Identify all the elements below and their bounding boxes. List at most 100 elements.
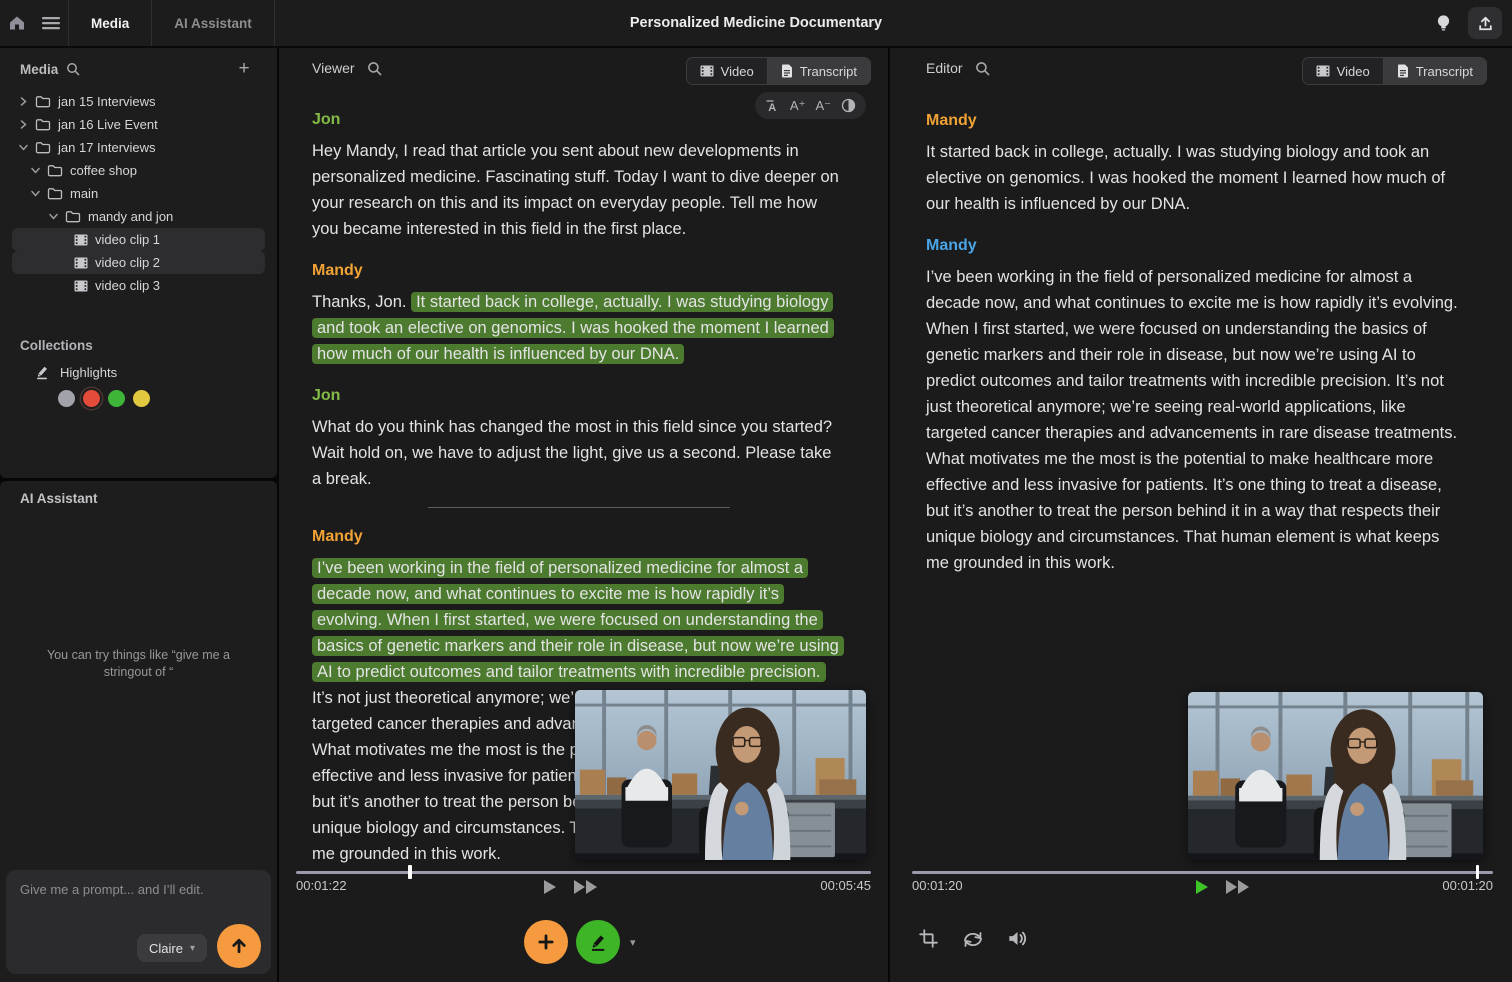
speaker-label-jon[interactable]: Jon — [312, 383, 845, 409]
collection-label: Highlights — [60, 365, 117, 380]
editor-transcript: Mandy It started back in college, actual… — [926, 108, 1461, 576]
viewer-transcript-tab[interactable]: Transcript — [768, 58, 870, 84]
chevron-down-icon — [31, 167, 40, 174]
video-frame — [575, 690, 866, 860]
video-frame — [1188, 692, 1483, 860]
transcript-segment: Thanks, Jon. — [312, 293, 411, 311]
voice-name: Claire — [149, 941, 183, 956]
send-prompt-button[interactable] — [217, 924, 261, 968]
tree-item-label: video clip 1 — [95, 232, 160, 247]
editor-video-tab[interactable]: Video — [1303, 58, 1383, 84]
viewer-transcript-tab-label: Transcript — [800, 64, 857, 79]
tab-media[interactable]: Media — [69, 0, 151, 46]
plus-icon — [536, 932, 556, 952]
editor-transcript-tab[interactable]: Transcript — [1384, 58, 1486, 84]
play-button[interactable] — [544, 880, 556, 894]
speaker-label-jon[interactable]: Jon — [312, 107, 845, 133]
divider — [274, 0, 275, 46]
viewer-video-preview[interactable] — [575, 690, 866, 860]
add-clip-button[interactable] — [524, 920, 568, 964]
search-icon[interactable] — [975, 61, 990, 76]
folder-icon — [47, 164, 63, 177]
timeline-track[interactable] — [296, 871, 871, 874]
add-media-button[interactable]: + — [231, 56, 257, 82]
highlighter-icon — [34, 364, 50, 380]
viewer-timeline[interactable] — [296, 865, 871, 879]
transcript-paragraph[interactable]: It started back in college, actually. I … — [926, 139, 1461, 217]
highlight-button[interactable] — [576, 920, 620, 964]
tree-item-jan-16-live-event[interactable]: jan 16 Live Event — [12, 113, 265, 136]
tree-item-video-clip-3[interactable]: video clip 3 — [12, 274, 265, 297]
loop-button[interactable] — [961, 928, 985, 949]
editor-video-tab-label: Video — [1337, 64, 1370, 79]
highlight-dot-gray[interactable] — [58, 390, 75, 407]
transcript-paragraph[interactable]: What do you think has changed the most i… — [312, 414, 845, 492]
chevron-down-icon: ▾ — [190, 943, 195, 954]
transcript-paragraph[interactable]: I’ve been working in the field of person… — [926, 264, 1461, 576]
prompt-input[interactable]: Give me a prompt... and I’ll edit. Clair… — [6, 870, 271, 974]
collection-highlights[interactable]: Highlights — [34, 364, 117, 380]
crop-button[interactable] — [918, 928, 939, 949]
tree-item-jan-17-interviews[interactable]: jan 17 Interviews — [12, 136, 265, 159]
highlight-dot-red[interactable] — [83, 390, 100, 407]
document-icon — [1397, 64, 1409, 78]
menu-button[interactable] — [34, 6, 68, 40]
tree-item-video-clip-1[interactable]: video clip 1 — [12, 228, 265, 251]
play-button[interactable] — [1196, 880, 1208, 894]
viewer-title: Viewer — [312, 60, 355, 76]
top-bar: Media AI Assistant Personalized Medicine… — [0, 0, 1512, 48]
transcript-paragraph[interactable]: Thanks, Jon. It started back in college,… — [312, 289, 845, 367]
search-icon[interactable] — [367, 61, 382, 76]
tree-item-label: jan 15 Interviews — [58, 94, 156, 109]
timeline-track[interactable] — [912, 871, 1493, 874]
viewer-transport — [544, 880, 597, 894]
tree-item-jan-15-interviews[interactable]: jan 15 Interviews — [12, 90, 265, 113]
speaker-label-mandy[interactable]: Mandy — [312, 258, 845, 284]
search-icon[interactable] — [66, 62, 80, 76]
highlight-dot-yellow[interactable] — [133, 390, 150, 407]
app-window: Media AI Assistant Personalized Medicine… — [0, 0, 1512, 982]
prompt-placeholder: Give me a prompt... and I’ll edit. — [20, 882, 204, 897]
tree-item-main[interactable]: main — [12, 182, 265, 205]
speaker-label-mandy[interactable]: Mandy — [312, 524, 845, 550]
editor-transport — [1196, 880, 1249, 894]
highlighted-segment: I’ve been working in the field of person… — [312, 558, 844, 682]
transcript-paragraph[interactable]: Hey Mandy, I read that article you sent … — [312, 138, 845, 242]
editor-timeline[interactable] — [912, 865, 1493, 879]
highlight-dot-green[interactable] — [108, 390, 125, 407]
folder-icon — [35, 141, 51, 154]
tree-item-video-clip-2[interactable]: video clip 2 — [12, 251, 265, 274]
current-time: 00:01:22 — [296, 878, 347, 893]
voice-selector[interactable]: Claire ▾ — [137, 934, 207, 962]
tree-item-label: coffee shop — [70, 163, 137, 178]
chevron-right-icon — [20, 120, 27, 129]
tree-item-mandy-and-jon[interactable]: mandy and jon — [12, 205, 265, 228]
filmstrip-icon — [74, 280, 88, 292]
viewer-video-tab-label: Video — [721, 64, 754, 79]
document-icon — [781, 64, 793, 78]
playhead[interactable] — [408, 865, 412, 879]
home-button[interactable] — [0, 6, 34, 40]
playhead[interactable] — [1476, 865, 1480, 879]
fast-forward-button[interactable] — [574, 880, 597, 894]
filmstrip-icon — [74, 234, 88, 246]
fast-forward-button[interactable] — [1226, 880, 1249, 894]
tab-ai-assistant[interactable]: AI Assistant — [152, 0, 274, 46]
share-button[interactable] — [1468, 7, 1502, 39]
collections-title: Collections — [20, 338, 93, 353]
ai-assistant-hint: You can try things like “give me a strin… — [30, 647, 247, 681]
volume-button[interactable] — [1007, 929, 1028, 948]
editor-title: Editor — [926, 60, 963, 76]
viewer-video-tab[interactable]: Video — [687, 58, 767, 84]
tree-item-coffee-shop[interactable]: coffee shop — [12, 159, 265, 182]
speaker-label-mandy[interactable]: Mandy — [926, 233, 1461, 259]
highlight-options-caret[interactable]: ▾ — [630, 936, 636, 949]
ai-assistant-title: AI Assistant — [20, 491, 98, 506]
media-panel-header: Media — [20, 56, 80, 82]
media-tree: jan 15 Interviews jan 16 Live Event jan … — [0, 90, 277, 297]
speaker-label-mandy[interactable]: Mandy — [926, 108, 1461, 134]
chevron-down-icon — [19, 144, 28, 151]
editor-video-preview[interactable] — [1188, 692, 1483, 860]
folder-icon — [35, 118, 51, 131]
idea-button[interactable] — [1426, 6, 1460, 40]
